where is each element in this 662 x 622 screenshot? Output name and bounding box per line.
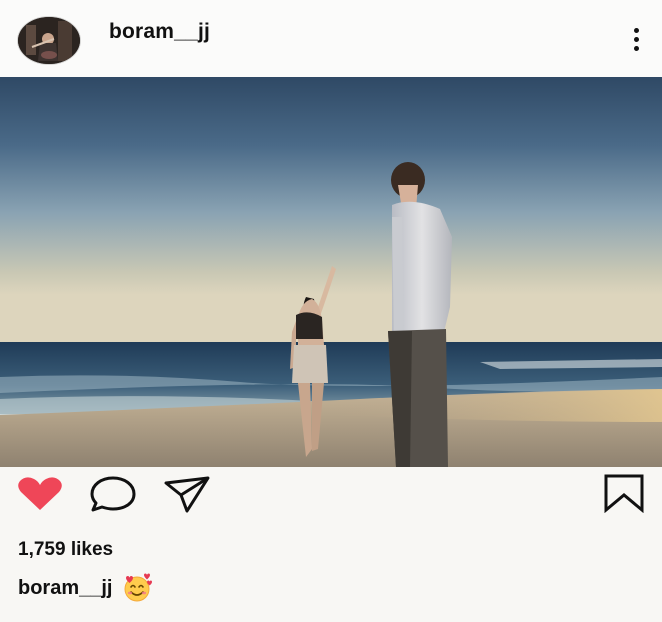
post-photo[interactable]	[0, 77, 662, 467]
more-options-button[interactable]	[625, 28, 647, 58]
instagram-post: boram__jj 1,759 likes boram__jj	[0, 0, 662, 622]
post-header: boram__jj	[0, 0, 662, 77]
likes-count[interactable]: 1,759 likes	[18, 539, 113, 561]
bookmark-icon	[604, 474, 644, 513]
smiling-face-with-hearts-emoji	[124, 573, 153, 602]
header-username[interactable]: boram__jj	[109, 20, 210, 44]
save-button[interactable]	[603, 473, 645, 513]
comment-icon	[90, 476, 136, 512]
post-caption: boram__jj	[18, 573, 153, 603]
profile-photo-icon	[18, 17, 80, 64]
heart-filled-icon	[18, 477, 62, 510]
post-actions	[0, 467, 662, 527]
share-button[interactable]	[163, 475, 211, 513]
more-options-dot	[633, 37, 639, 42]
avatar[interactable]	[18, 17, 80, 64]
send-icon	[164, 476, 210, 513]
more-options-dot	[633, 46, 639, 51]
like-button[interactable]	[16, 476, 64, 512]
more-options-icon	[633, 28, 639, 33]
comment-button[interactable]	[89, 475, 137, 513]
beach-couple-photo	[0, 77, 662, 467]
caption-username[interactable]: boram__jj	[18, 577, 112, 600]
